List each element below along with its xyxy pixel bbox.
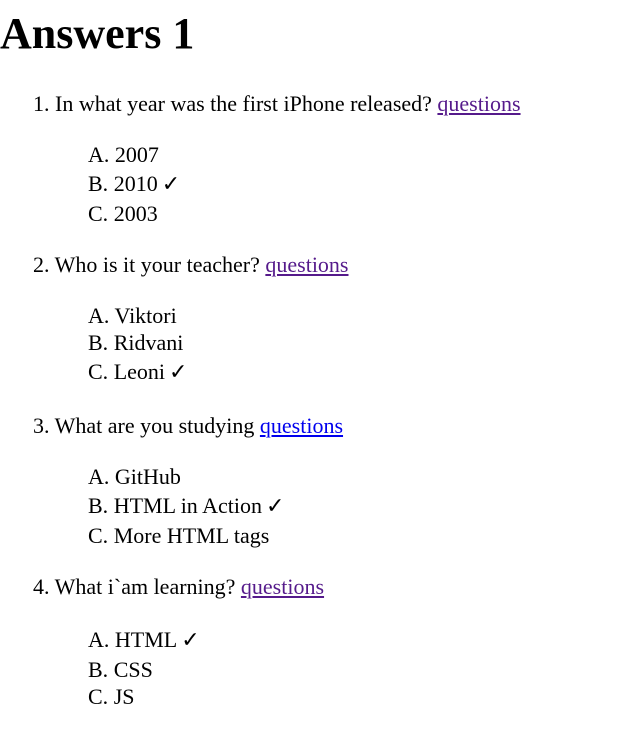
answer-text: 2003 bbox=[113, 201, 158, 226]
check-mark-icon: ✓ bbox=[161, 171, 181, 196]
answer-letter: A. bbox=[88, 142, 110, 167]
answer-option: A. 2007 bbox=[88, 141, 521, 168]
answer-text: HTML bbox=[114, 627, 178, 652]
answer-text: Viktori bbox=[114, 303, 177, 328]
check-mark-icon: ✓ bbox=[265, 493, 285, 518]
question-item: 4. What i`am learning? questions A. HTML… bbox=[33, 572, 521, 710]
question-item: 1. In what year was the first iPhone rel… bbox=[33, 89, 521, 227]
answer-list: A. HTML ✓ B. CSS C. JS bbox=[88, 624, 521, 710]
answer-text: CSS bbox=[113, 657, 153, 682]
answer-option: A. GitHub bbox=[88, 463, 521, 490]
question-item: 3. What are you studying questions A. Gi… bbox=[33, 411, 521, 549]
question-list: 1. In what year was the first iPhone rel… bbox=[33, 89, 521, 733]
check-mark-icon: ✓ bbox=[181, 627, 200, 652]
answer-letter: A. bbox=[88, 464, 110, 489]
question-text: What are you studying bbox=[54, 413, 255, 438]
answer-text: HTML in Action bbox=[113, 493, 262, 518]
answer-option: C. JS bbox=[88, 683, 521, 710]
answer-option: C. 2003 bbox=[88, 200, 521, 227]
answer-option: A. HTML ✓ bbox=[88, 624, 521, 656]
answer-letter: C. bbox=[88, 523, 109, 548]
questions-link[interactable]: questions bbox=[241, 574, 324, 599]
answer-letter: B. bbox=[88, 657, 109, 682]
question-line: 3. What are you studying questions bbox=[33, 411, 521, 441]
answer-list: A. GitHub B. HTML in Action ✓ C. More HTM… bbox=[88, 463, 521, 549]
answer-option: C. Leoni ✓ bbox=[88, 356, 521, 388]
answer-option: B. HTML in Action ✓ bbox=[88, 490, 521, 522]
questions-link[interactable]: questions bbox=[437, 91, 520, 116]
question-number: 1. bbox=[33, 91, 50, 116]
answer-text: JS bbox=[113, 684, 135, 709]
answer-list: A. Viktori B. Ridvani C. Leoni ✓ bbox=[88, 302, 521, 388]
answer-text: Ridvani bbox=[113, 330, 184, 355]
answer-letter: B. bbox=[88, 493, 109, 518]
answer-letter: C. bbox=[88, 201, 109, 226]
answer-letter: C. bbox=[88, 359, 109, 384]
answer-letter: A. bbox=[88, 303, 110, 328]
answer-letter: C. bbox=[88, 684, 109, 709]
answer-letter: A. bbox=[88, 627, 110, 652]
answer-list: A. 2007 B. 2010 ✓ C. 2003 bbox=[88, 141, 521, 227]
answer-text: 2007 bbox=[114, 142, 159, 167]
question-number: 4. bbox=[33, 574, 50, 599]
question-number: 3. bbox=[33, 413, 50, 438]
answer-letter: B. bbox=[88, 171, 109, 196]
questions-link[interactable]: questions bbox=[265, 252, 348, 277]
answer-text: GitHub bbox=[114, 464, 181, 489]
answer-option: B. 2010 ✓ bbox=[88, 168, 521, 200]
page-title: Answers 1 bbox=[0, 9, 195, 58]
question-text: Who is it your teacher? bbox=[54, 252, 260, 277]
question-line: 2. Who is it your teacher? questions bbox=[33, 250, 521, 280]
question-line: 4. What i`am learning? questions bbox=[33, 572, 521, 602]
questions-link[interactable]: questions bbox=[260, 413, 343, 438]
question-text: What i`am learning? bbox=[54, 574, 236, 599]
question-item: 2. Who is it your teacher? questions A. … bbox=[33, 250, 521, 388]
answer-option: A. Viktori bbox=[88, 302, 521, 329]
question-line: 1. In what year was the first iPhone rel… bbox=[33, 89, 521, 119]
answer-text: Leoni bbox=[113, 359, 166, 384]
answer-text: 2010 bbox=[113, 171, 158, 196]
check-mark-icon: ✓ bbox=[169, 359, 188, 384]
question-text: In what year was the first iPhone releas… bbox=[55, 91, 432, 116]
answer-option: B. CSS bbox=[88, 656, 521, 683]
question-number: 2. bbox=[33, 252, 50, 277]
answer-option: B. Ridvani bbox=[88, 329, 521, 356]
answer-letter: B. bbox=[88, 330, 109, 355]
answer-text: More HTML tags bbox=[113, 523, 270, 548]
answer-option: C. More HTML tags bbox=[88, 522, 521, 549]
